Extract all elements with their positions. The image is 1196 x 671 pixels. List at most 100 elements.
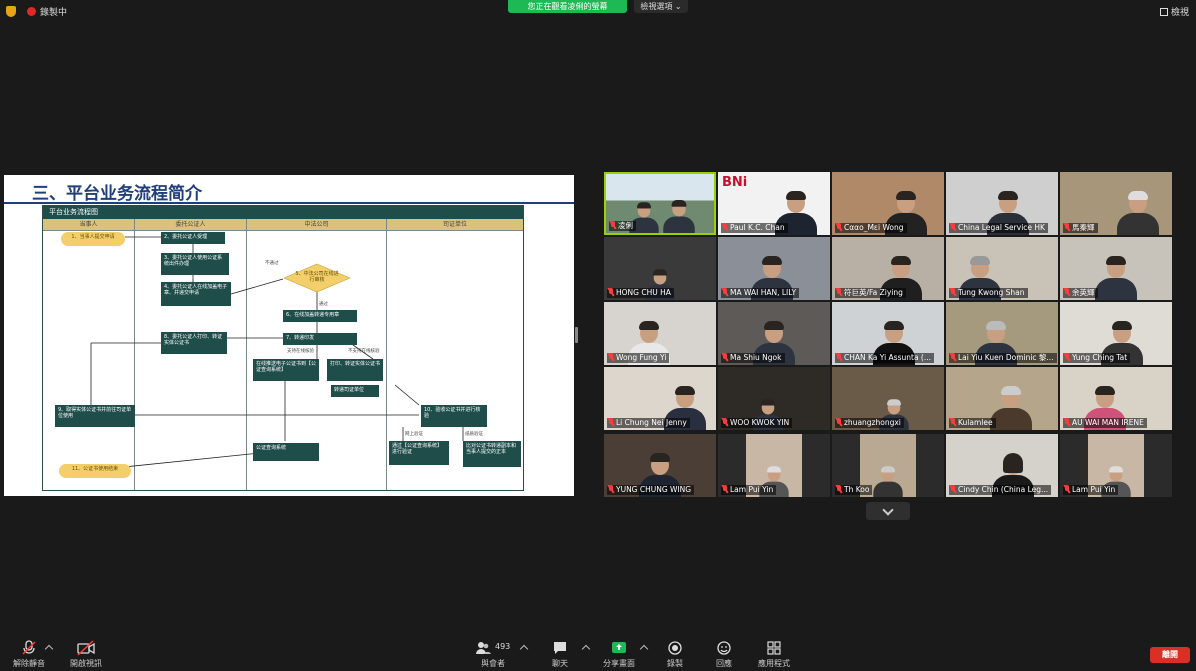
- participant-name-tag: 符巨英/Fa Ziying: [835, 288, 906, 298]
- participant-tile[interactable]: 余英輝: [1060, 237, 1172, 300]
- participant-figure: [1117, 191, 1160, 235]
- participant-tile[interactable]: Li Chung Nei Jenny: [604, 367, 716, 430]
- gallery-next-page-button[interactable]: [866, 502, 910, 520]
- slide-title: 三、平台业务流程简介: [32, 184, 202, 204]
- participant-tile[interactable]: 凌俐: [604, 172, 716, 235]
- participant-name-tag: Ma Shiu Ngok: [721, 353, 785, 363]
- participant-name-tag: 馬秦輝: [1063, 223, 1098, 233]
- participant-tile[interactable]: YUNG CHUNG WING: [604, 434, 716, 497]
- participant-name: Wong Fung Yi: [616, 353, 667, 362]
- participant-name-tag: Lai Yiu Kuen Dominic 黎...: [949, 353, 1057, 363]
- participant-name: Th Koo: [844, 485, 870, 494]
- participant-name-tag: HONG CHU HA: [607, 288, 674, 298]
- participant-name: 余英輝: [1072, 288, 1095, 297]
- reactions-button[interactable]: 回應: [699, 640, 749, 670]
- participant-tile[interactable]: Wong Fung Yi: [604, 302, 716, 365]
- participant-name-tag: Lam Pui Yin: [1063, 485, 1119, 495]
- start-video-button[interactable]: 開啟視訊: [61, 640, 111, 670]
- record-icon: [650, 640, 700, 656]
- participant-name: China Legal Service HK: [958, 223, 1045, 232]
- participant-tile[interactable]: CHAN Ka Yi Assunta (...: [832, 302, 944, 365]
- mic-off-icon: [836, 353, 842, 361]
- split-view-handle[interactable]: [575, 327, 578, 343]
- participant-tile[interactable]: Th Koo: [832, 434, 944, 497]
- flow-label-reject: 不通过: [265, 261, 279, 266]
- mic-off-icon: [608, 288, 614, 296]
- participant-tile[interactable]: Cindy Chin (China Leg...: [946, 434, 1058, 497]
- mic-off-icon: [722, 223, 728, 231]
- shield-icon[interactable]: [6, 6, 16, 17]
- participant-name-tag: China Legal Service HK: [949, 223, 1048, 233]
- grid-icon: [1160, 8, 1168, 16]
- mic-off-icon: [722, 353, 728, 361]
- participant-tile[interactable]: Cααo_Mεi Wong: [832, 172, 944, 235]
- participant-tile[interactable]: WOO KWOK YIN: [718, 367, 830, 430]
- participant-tile[interactable]: China Legal Service HK: [946, 172, 1058, 235]
- participant-tile[interactable]: Ma Shiu Ngok: [718, 302, 830, 365]
- mic-off-icon: [1064, 485, 1070, 493]
- view-button-label: 檢視: [1171, 8, 1190, 18]
- mic-off-icon: [836, 485, 842, 493]
- participants-icon: 493: [473, 640, 513, 656]
- participant-name-tag: Paul K.C. Chan: [721, 223, 788, 233]
- apps-button[interactable]: 應用程式: [749, 640, 799, 670]
- flow-node-2: 2、委托公证人受理: [161, 232, 225, 244]
- record-button[interactable]: 錄製: [650, 640, 700, 670]
- flow-label-online-verify: 网上验证: [405, 432, 423, 437]
- participant-name-tag: Li Chung Nei Jenny: [607, 418, 690, 428]
- participant-tile[interactable]: Lam Pui Yin: [718, 434, 830, 497]
- unmute-button[interactable]: 解除靜音: [4, 640, 54, 670]
- participant-name-tag: MA WAI HAN, LILY: [721, 288, 800, 298]
- apps-label: 應用程式: [758, 659, 790, 668]
- participant-tile[interactable]: AU WAI MAN IRENE: [1060, 367, 1172, 430]
- participant-name: Paul K.C. Chan: [730, 223, 785, 232]
- reactions-label: 回應: [716, 659, 732, 668]
- view-options-button[interactable]: 檢視選項 ⌄: [634, 0, 688, 13]
- flow-label-paper-verify: 纸质验证: [465, 432, 483, 437]
- apps-icon: [749, 640, 799, 656]
- participant-name-tag: Lam Pui Yin: [721, 485, 777, 495]
- participant-name: 凌俐: [618, 221, 633, 230]
- participant-tile[interactable]: Lam Pui Yin: [1060, 434, 1172, 497]
- participant-tile[interactable]: Yung Ching Tat: [1060, 302, 1172, 365]
- participant-tile[interactable]: Tung Kwong Shan: [946, 237, 1058, 300]
- participant-name-tag: Wong Fung Yi: [607, 353, 670, 363]
- participant-name-tag: AU WAI MAN IRENE: [1063, 418, 1147, 428]
- leave-meeting-button[interactable]: 離開: [1150, 647, 1190, 663]
- participant-tile[interactable]: 符巨英/Fa Ziying: [832, 237, 944, 300]
- recording-label[interactable]: 錄製中: [40, 5, 67, 18]
- participant-tile[interactable]: Kulamlee: [946, 367, 1058, 430]
- view-button[interactable]: 檢視: [1160, 5, 1189, 18]
- participant-name: MA WAI HAN, LILY: [730, 288, 797, 297]
- participant-name-tag: YUNG CHUNG WING: [607, 485, 695, 495]
- participants-button[interactable]: 493 與會者: [468, 640, 518, 670]
- participant-tile[interactable]: zhuangzhongxi: [832, 367, 944, 430]
- mic-off-icon: [1064, 418, 1070, 426]
- participants-options-caret[interactable]: [519, 644, 529, 654]
- mic-off-icon: [1064, 288, 1070, 296]
- participant-figure: [663, 200, 696, 233]
- participant-tile[interactable]: 馬秦輝: [1060, 172, 1172, 235]
- start-video-label: 開啟視訊: [70, 659, 102, 668]
- mic-off-icon: [950, 353, 956, 361]
- participant-name: Li Chung Nei Jenny: [616, 418, 687, 427]
- participant-name: CHAN Ka Yi Assunta (...: [844, 353, 932, 362]
- chat-button[interactable]: 聊天: [535, 640, 585, 670]
- participant-tile[interactable]: MA WAI HAN, LILY: [718, 237, 830, 300]
- participant-tile[interactable]: Lai Yiu Kuen Dominic 黎...: [946, 302, 1058, 365]
- flow-node-1: 1、当事人提交申请: [61, 232, 125, 246]
- participant-name: zhuangzhongxi: [844, 418, 901, 427]
- chat-label: 聊天: [552, 659, 568, 668]
- bni-logo: BNi: [722, 175, 748, 190]
- mic-off-icon: [950, 418, 956, 426]
- participant-figure: [989, 386, 1032, 430]
- mic-off-icon: [950, 288, 956, 296]
- share-screen-button[interactable]: 分享畫面: [594, 640, 644, 670]
- flow-label-no-support-online: 不支持在线核验: [348, 349, 380, 354]
- participant-tile[interactable]: BNi Paul K.C. Chan: [718, 172, 830, 235]
- participant-tile[interactable]: HONG CHU HA: [604, 237, 716, 300]
- share-screen-label: 分享畫面: [603, 659, 635, 668]
- participant-name: 符巨英/Fa Ziying: [844, 288, 903, 297]
- screen-share-banner: 您正在觀看凌俐的螢幕: [508, 0, 627, 13]
- participant-name: Lam Pui Yin: [730, 485, 774, 494]
